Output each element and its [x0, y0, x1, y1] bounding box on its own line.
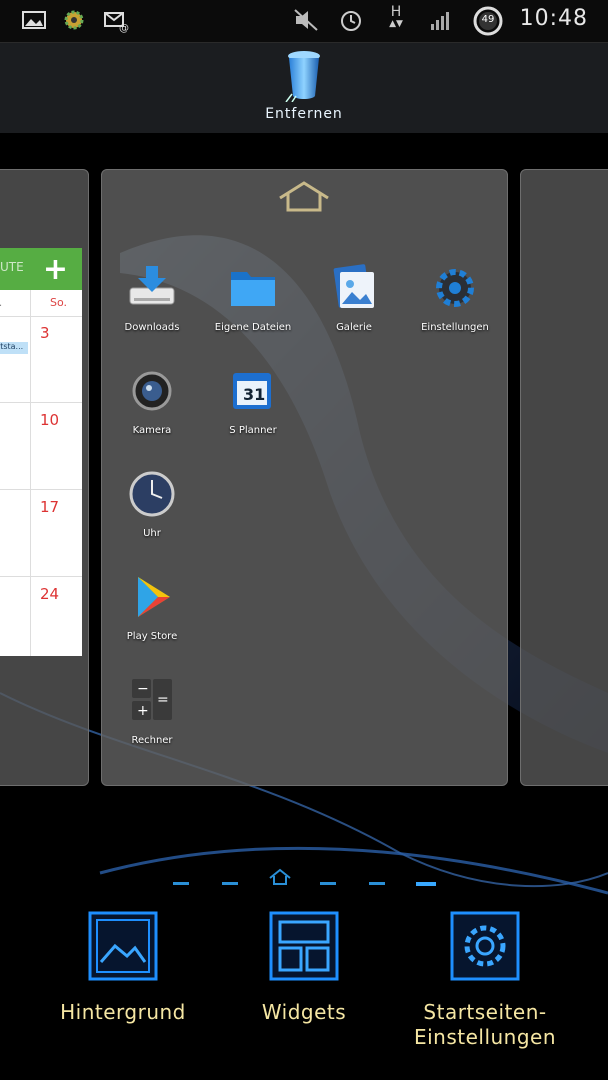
calendar-weekday-row: a. So.: [0, 290, 82, 317]
app-einstellungen[interactable]: Einstellungen: [407, 260, 503, 333]
gear-icon: [64, 10, 84, 30]
calendar-week-row[interactable]: 3 24: [0, 577, 82, 656]
alarm-icon: [341, 11, 361, 31]
svg-text:31: 31: [243, 385, 265, 404]
wallpaper-button[interactable]: Hintergrund: [33, 910, 213, 1025]
app-eigene-dateien[interactable]: Eigene Dateien: [205, 260, 301, 333]
app-rechner[interactable]: − + = Rechner: [104, 673, 200, 746]
calendar-event[interactable]: artsta...: [0, 342, 28, 354]
home-indicator-icon[interactable]: [268, 868, 292, 886]
app-galerie[interactable]: Galerie: [306, 260, 402, 333]
calendar-week-row[interactable]: 6 17: [0, 490, 82, 577]
page-indicator-dot[interactable]: [320, 882, 336, 885]
home-page-thumbnail-right[interactable]: [520, 169, 608, 786]
clock-icon: [129, 471, 175, 517]
calculator-icon: − + =: [132, 679, 172, 720]
gallery-icon: [22, 11, 46, 29]
mute-icon: [294, 9, 318, 31]
battery-icon: 49: [472, 5, 504, 37]
status-bar: @ H ▲▼ 49 10:48: [0, 0, 608, 43]
home-page-marker-icon[interactable]: [278, 180, 330, 212]
add-event-icon[interactable]: +: [43, 252, 68, 287]
calendar-today-button[interactable]: UTE: [0, 260, 24, 274]
page-indicator-dot[interactable]: [369, 882, 385, 885]
play-store-icon: [138, 577, 170, 617]
widgets-icon: [269, 911, 339, 981]
calendar-header: UTE +: [0, 248, 82, 290]
mail-icon: @: [104, 12, 129, 34]
page-indicator[interactable]: [0, 866, 608, 896]
downloads-icon: [129, 266, 175, 305]
calendar-icon: 31: [233, 373, 271, 409]
home-settings-button[interactable]: Startseiten- Einstellungen: [395, 910, 575, 1050]
remove-label: Entfernen: [265, 106, 343, 122]
svg-text:−: −: [137, 681, 149, 697]
app-uhr[interactable]: Uhr: [104, 466, 200, 539]
status-clock: 10:48: [519, 6, 588, 31]
signal-icon: [431, 12, 449, 30]
svg-text:=: =: [157, 692, 169, 708]
app-s-planner[interactable]: 31 S Planner: [205, 363, 301, 436]
page-indicator-dot[interactable]: [173, 882, 189, 885]
app-downloads[interactable]: Downloads: [104, 260, 200, 333]
wallpaper-icon: [88, 911, 158, 981]
page-indicator-dot[interactable]: [222, 882, 238, 885]
camera-icon: [132, 371, 172, 411]
page-indicator-dot-active[interactable]: [416, 882, 436, 886]
calendar-week-row[interactable]: 10: [0, 403, 82, 490]
app-kamera[interactable]: Kamera: [104, 363, 200, 436]
home-settings-icon: [450, 911, 520, 981]
folder-icon: [231, 272, 275, 306]
calendar-week-row[interactable]: 3 artsta...: [0, 316, 82, 403]
calendar-widget[interactable]: UTE + a. So. 3 artsta... 10 6 17 3 24: [0, 248, 82, 656]
svg-text:@: @: [119, 23, 129, 34]
gallery-icon: [333, 264, 374, 308]
settings-icon: [436, 269, 474, 307]
app-play-store[interactable]: Play Store: [104, 569, 200, 642]
data-icon: H ▲▼: [389, 4, 403, 29]
widgets-button[interactable]: Widgets: [214, 910, 394, 1025]
trash-icon[interactable]: [284, 50, 324, 102]
svg-text:+: +: [137, 703, 149, 719]
